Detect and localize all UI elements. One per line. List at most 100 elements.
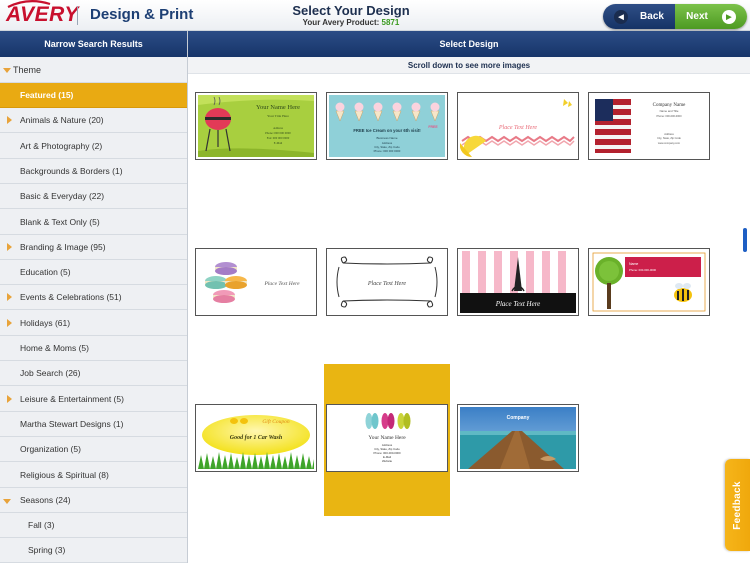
design-card[interactable]: Gift Coupon Good for 1 Car Wash bbox=[195, 404, 317, 472]
next-arrow-icon: ▶ bbox=[721, 9, 736, 24]
card-text: FREE Ice Cream on your 6th visit! bbox=[353, 128, 420, 133]
sidebar-title: Narrow Search Results bbox=[0, 31, 187, 57]
feedback-tab[interactable]: Feedback bbox=[725, 459, 750, 551]
card-text: Company bbox=[507, 415, 530, 421]
card-text: Business Name bbox=[376, 136, 397, 140]
expand-triangle-icon bbox=[7, 394, 12, 403]
category-label: Art & Photography (2) bbox=[20, 140, 103, 151]
scrollbar-indicator[interactable] bbox=[743, 228, 747, 252]
category-item[interactable]: Animals & Nature (20) bbox=[0, 108, 187, 134]
card-text: Place Text Here bbox=[495, 300, 541, 308]
category-label: Holidays (61) bbox=[20, 317, 71, 328]
avery-logo: AVERY bbox=[6, 0, 79, 26]
category-item[interactable]: Religious & Spiritual (8) bbox=[0, 463, 187, 488]
design-card[interactable]: Place Text Here bbox=[195, 248, 317, 316]
scroll-hint: Scroll down to see more images bbox=[188, 57, 750, 74]
brand-name: Design & Print bbox=[90, 6, 194, 23]
category-label: Job Search (26) bbox=[20, 368, 81, 379]
category-item[interactable]: Featured (15) bbox=[0, 83, 187, 108]
design-card[interactable]: Company bbox=[457, 404, 579, 472]
category-label: Leisure & Entertainment (5) bbox=[20, 393, 124, 404]
category-label: Spring (3) bbox=[28, 545, 66, 556]
ornament-design-thumbnail: Place Text Here bbox=[329, 251, 445, 313]
brand-divider bbox=[77, 6, 78, 25]
main-title: Select Design bbox=[188, 31, 750, 57]
card-text: Phone: 000 000 0000 bbox=[374, 149, 401, 153]
card-text: Your Name Here bbox=[256, 104, 300, 111]
card-text: Place Text Here bbox=[367, 281, 407, 287]
category-label: Martha Stewart Designs (1) bbox=[20, 418, 124, 429]
expanded-triangle-icon bbox=[3, 498, 11, 504]
category-label: Seasons (24) bbox=[20, 494, 71, 505]
expand-triangle-icon bbox=[7, 116, 12, 125]
card-text: Address bbox=[664, 132, 674, 136]
category-label: Backgrounds & Borders (1) bbox=[20, 165, 123, 176]
product-info: Your Avery Product: 5871 bbox=[256, 18, 446, 27]
ice-cream-design-thumbnail: FREE Ice Cream on your 6th visit! Busine… bbox=[329, 95, 445, 157]
dock-design-thumbnail: Company bbox=[460, 407, 576, 469]
feedback-label: Feedback bbox=[732, 480, 744, 530]
back-arrow-icon: ◀ bbox=[614, 9, 629, 24]
category-label: Featured (15) bbox=[20, 90, 74, 100]
category-item[interactable]: Martha Stewart Designs (1) bbox=[0, 412, 187, 437]
design-card[interactable]: Name Phone: 000-000-0000 bbox=[588, 248, 710, 316]
card-text: Place Text Here bbox=[498, 125, 538, 131]
card-text: Company Name bbox=[653, 103, 686, 108]
card-text: Name and Title bbox=[660, 109, 679, 113]
nav-buttons: ◀ Back Next ▶ bbox=[603, 4, 747, 29]
design-card[interactable]: Your Name Here Your Title Here Address P… bbox=[195, 92, 317, 160]
category-item[interactable]: Education (5) bbox=[0, 260, 187, 286]
back-label: Back bbox=[640, 11, 664, 22]
flip-flop-design-thumbnail: Your Name Here Address City, State, Zip … bbox=[329, 407, 445, 469]
card-text: Address bbox=[273, 126, 284, 130]
category-item[interactable]: Blank & Text Only (5) bbox=[0, 210, 187, 235]
theme-section-header[interactable]: Theme bbox=[0, 57, 187, 83]
design-card[interactable]: FREE Ice Cream on your 6th visit! Busine… bbox=[326, 92, 448, 160]
bbq-design-thumbnail: Your Name Here Your Title Here Address P… bbox=[198, 95, 314, 157]
category-item[interactable]: Home & Moms (5) bbox=[0, 336, 187, 361]
category-label: Education (5) bbox=[20, 267, 71, 278]
design-card[interactable]: Company Name Name and Title Phone: 000-0… bbox=[588, 92, 710, 160]
card-text: FREE bbox=[428, 125, 438, 129]
card-text: Phone: 000-000-0000 bbox=[629, 268, 657, 272]
expand-triangle-icon bbox=[7, 318, 12, 327]
expand-triangle-icon bbox=[7, 242, 12, 251]
category-label: Animals & Nature (20) bbox=[20, 115, 104, 126]
design-card-selected[interactable]: Your Name Here Address City, State, Zip … bbox=[326, 404, 448, 472]
card-text: Good for 1 Car Wash bbox=[230, 435, 283, 441]
subcategory-item[interactable]: Spring (3) bbox=[0, 538, 187, 563]
car-wash-design-thumbnail: Gift Coupon Good for 1 Car Wash bbox=[198, 407, 314, 469]
design-card[interactable]: Place Text Here bbox=[457, 248, 579, 316]
category-item[interactable]: Branding & Image (95) bbox=[0, 235, 187, 260]
category-item[interactable]: Seasons (24) bbox=[0, 488, 187, 513]
design-card[interactable]: Place Text Here bbox=[457, 92, 579, 160]
category-item[interactable]: Events & Celebrations (51) bbox=[0, 285, 187, 311]
macaron-design-thumbnail: Place Text Here bbox=[198, 251, 314, 313]
card-text: Phone: 000-000-0000 bbox=[656, 114, 682, 118]
expanded-triangle-icon bbox=[3, 68, 11, 73]
lemon-design-thumbnail: Place Text Here bbox=[460, 95, 576, 157]
design-card[interactable]: Place Text Here bbox=[326, 248, 448, 316]
card-text: E-Mail bbox=[274, 141, 283, 145]
category-label: Home & Moms (5) bbox=[20, 343, 89, 353]
card-text: Fax: 000 000 0000 bbox=[267, 136, 290, 140]
next-button[interactable]: Next ▶ bbox=[675, 4, 747, 29]
card-text: Website bbox=[382, 459, 392, 463]
card-text: Phone: 000 000 0000 bbox=[265, 131, 291, 135]
card-text: Place Text Here bbox=[263, 281, 300, 287]
category-item[interactable]: Holidays (61) bbox=[0, 311, 187, 336]
top-bar: AVERY Design & Print Select Your Design … bbox=[0, 0, 750, 31]
subcategory-item[interactable]: Fall (3) bbox=[0, 513, 187, 539]
category-item[interactable]: Backgrounds & Borders (1) bbox=[0, 159, 187, 184]
card-text: www.company.com bbox=[658, 142, 680, 145]
category-label: Branding & Image (95) bbox=[20, 241, 106, 252]
category-item[interactable]: Art & Photography (2) bbox=[0, 134, 187, 159]
category-item[interactable]: Basic & Everyday (22) bbox=[0, 184, 187, 210]
card-text: Name bbox=[629, 262, 638, 266]
category-item[interactable]: Job Search (26) bbox=[0, 361, 187, 387]
back-button[interactable]: ◀ Back bbox=[603, 4, 675, 29]
card-text: Your Name Here bbox=[368, 435, 406, 441]
category-label: Organization (5) bbox=[20, 444, 81, 455]
category-item[interactable]: Organization (5) bbox=[0, 437, 187, 463]
category-item[interactable]: Leisure & Entertainment (5) bbox=[0, 387, 187, 412]
